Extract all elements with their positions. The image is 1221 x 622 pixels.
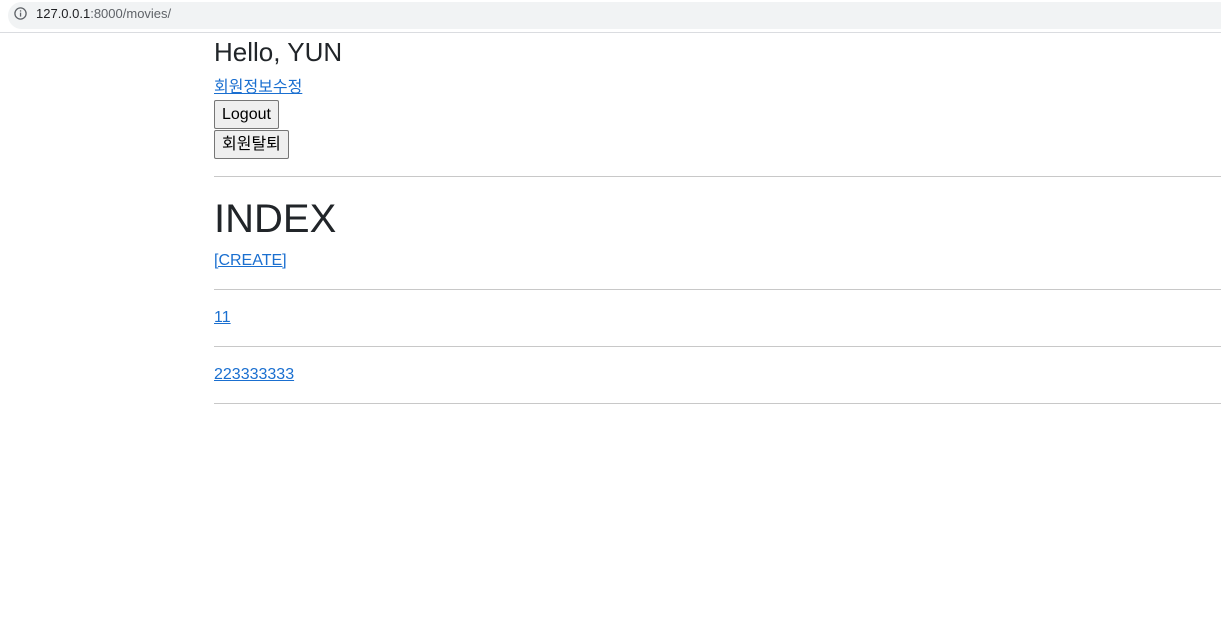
- url-path: :8000/movies/: [90, 6, 172, 21]
- divider: [214, 176, 1221, 177]
- page-title: INDEX: [214, 197, 337, 241]
- url-text[interactable]: 127.0.0.1:8000/movies/: [36, 6, 171, 22]
- browser-address-bar: 127.0.0.1:8000/movies/: [0, 0, 1221, 33]
- create-link[interactable]: [CREATE]: [214, 250, 287, 272]
- info-icon[interactable]: [14, 7, 27, 20]
- edit-profile-link[interactable]: 회원정보수정: [214, 77, 302, 99]
- url-host: 127.0.0.1: [36, 6, 91, 21]
- movie-link[interactable]: 223333333: [214, 364, 294, 386]
- divider: [214, 289, 1221, 290]
- url-omnibox[interactable]: [8, 2, 1221, 29]
- greeting-heading: Hello, YUN: [214, 37, 343, 67]
- withdraw-button[interactable]: 회원탈퇴: [214, 130, 289, 159]
- logout-button[interactable]: Logout: [214, 100, 279, 129]
- divider: [214, 403, 1221, 404]
- divider: [214, 346, 1221, 347]
- movie-link[interactable]: 11: [214, 307, 231, 329]
